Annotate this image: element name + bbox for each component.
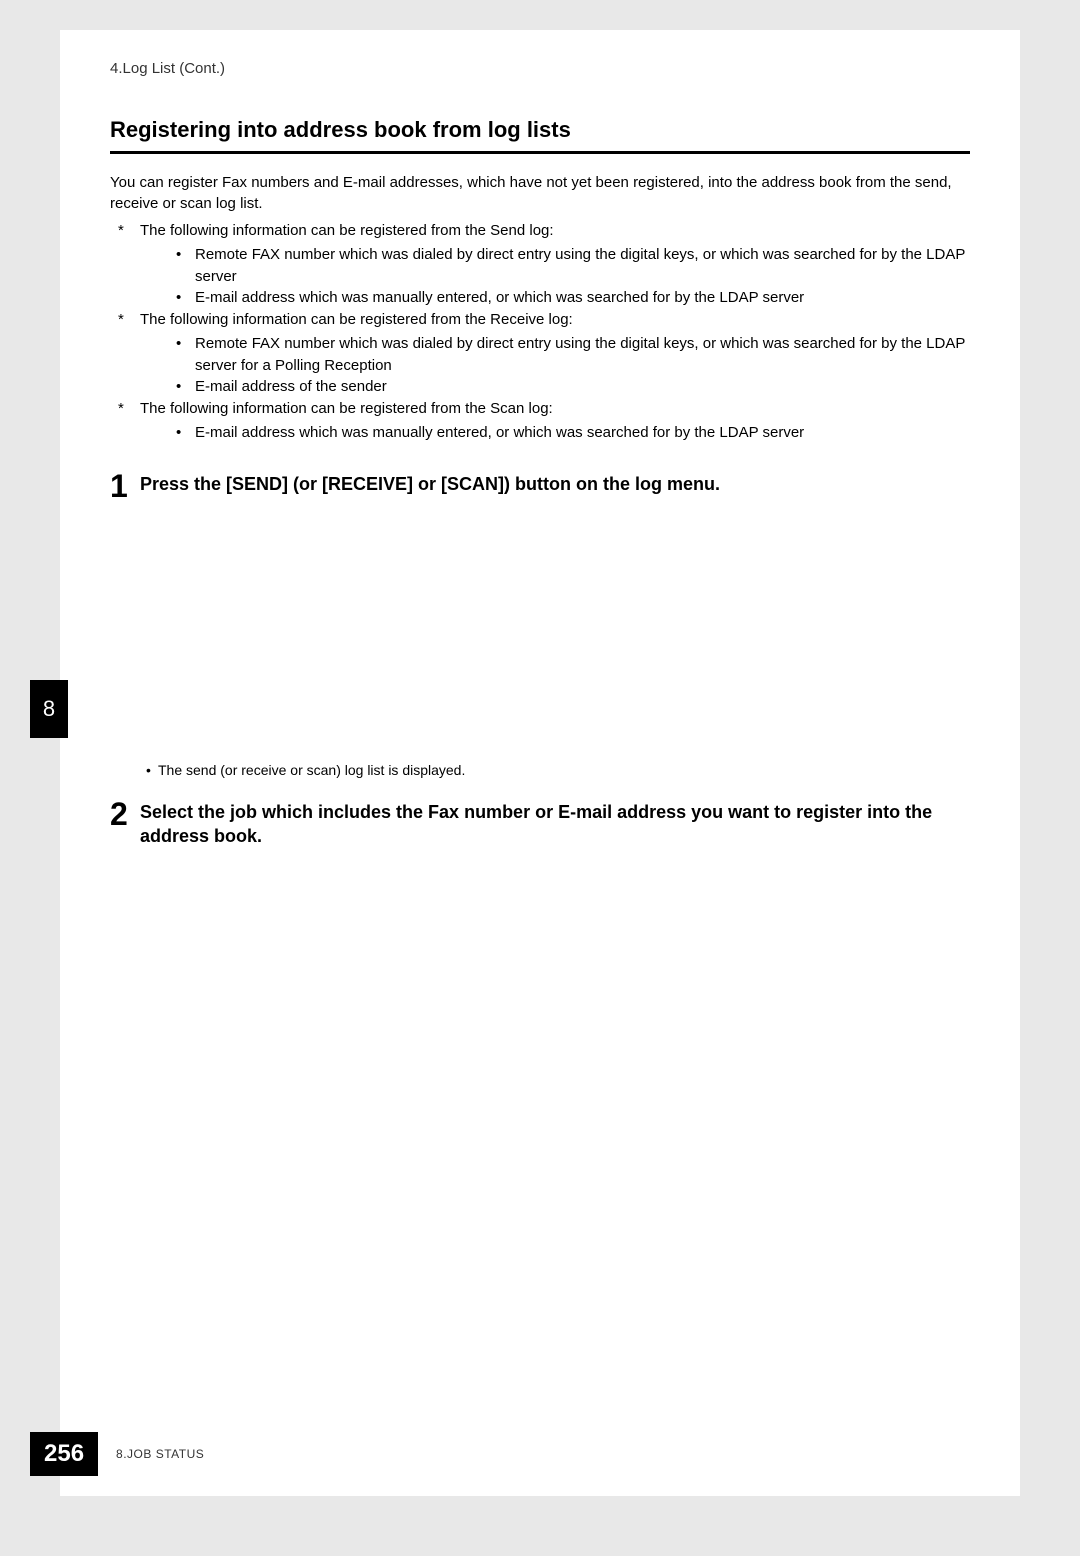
group-label: The following information can be registe… (140, 311, 573, 328)
bullet-list: Remote FAX number which was dialed by di… (140, 244, 970, 309)
group-label: The following information can be registe… (140, 222, 554, 239)
chapter-label: 8.JOB STATUS (116, 1447, 204, 1461)
step-number: 1 (110, 470, 140, 502)
page-header: 4.Log List (Cont.) (60, 30, 1020, 77)
list-item: E-mail address which was manually entere… (140, 287, 970, 309)
step-number: 2 (110, 798, 140, 830)
bullet-list: Remote FAX number which was dialed by di… (140, 333, 970, 398)
step-instruction: Press the [SEND] (or [RECEIVE] or [SCAN]… (140, 470, 720, 496)
step-2: 2 Select the job which includes the Fax … (110, 798, 970, 849)
intro-paragraph: You can register Fax numbers and E-mail … (110, 172, 970, 214)
step-note: The send (or receive or scan) log list i… (146, 762, 970, 778)
list-item: Remote FAX number which was dialed by di… (140, 244, 970, 288)
page-number: 256 (30, 1432, 98, 1476)
list-item: Remote FAX number which was dialed by di… (140, 333, 970, 377)
document-page: 4.Log List (Cont.) Registering into addr… (60, 30, 1020, 1496)
section-divider (110, 151, 970, 154)
group-label: The following information can be registe… (140, 400, 553, 417)
chapter-tab: 8 (30, 680, 68, 738)
section-title: Registering into address book from log l… (110, 117, 970, 143)
bullet-list: E-mail address which was manually entere… (140, 422, 970, 444)
list-item: E-mail address which was manually entere… (140, 422, 970, 444)
page-footer: 256 8.JOB STATUS (30, 1432, 204, 1476)
step-instruction: Select the job which includes the Fax nu… (140, 798, 970, 849)
info-group-list: The following information can be registe… (110, 220, 970, 444)
page-content: Registering into address book from log l… (60, 77, 1020, 848)
breadcrumb: 4.Log List (Cont.) (110, 60, 225, 77)
info-group: The following information can be registe… (110, 220, 970, 309)
info-group: The following information can be registe… (110, 309, 970, 398)
info-group: The following information can be registe… (110, 398, 970, 444)
list-item: E-mail address of the sender (140, 376, 970, 398)
step-1: 1 Press the [SEND] (or [RECEIVE] or [SCA… (110, 470, 970, 502)
